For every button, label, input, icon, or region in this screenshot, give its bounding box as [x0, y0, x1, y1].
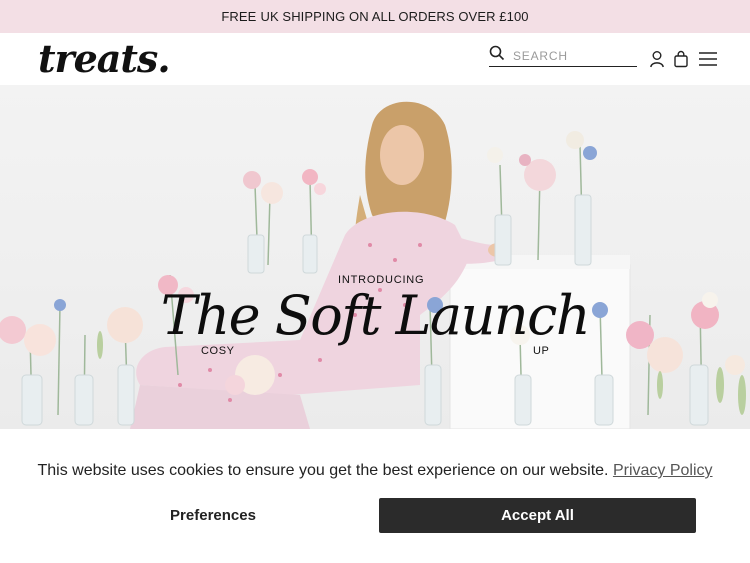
privacy-policy-link[interactable]: Privacy Policy: [613, 462, 713, 479]
hero-tag-right: UP: [533, 345, 550, 357]
announcement-bar: FREE UK SHIPPING ON ALL ORDERS OVER £100: [0, 0, 750, 33]
cookie-message: This website uses cookies to ensure you …: [37, 462, 609, 479]
account-icon[interactable]: [647, 49, 667, 69]
hero-banner[interactable]: INTRODUCING The Soft Launch COSY UP: [0, 85, 750, 429]
preferences-button[interactable]: Preferences: [55, 498, 371, 533]
search-bar[interactable]: [489, 45, 637, 67]
accept-all-button[interactable]: Accept All: [379, 498, 696, 533]
search-icon[interactable]: [489, 45, 513, 66]
bag-icon[interactable]: [671, 49, 691, 69]
brand-logo[interactable]: treats.: [38, 37, 171, 81]
menu-icon[interactable]: [698, 49, 718, 69]
hero-tag-left: COSY: [201, 345, 235, 357]
cookie-banner: This website uses cookies to ensure you …: [0, 429, 750, 563]
search-input[interactable]: [513, 48, 631, 63]
site-header: treats.: [0, 33, 750, 85]
announcement-free: FREE: [221, 9, 257, 24]
hero-headline: The Soft Launch: [160, 284, 591, 347]
announcement-text: UK SHIPPING ON ALL ORDERS OVER £100: [260, 9, 529, 24]
